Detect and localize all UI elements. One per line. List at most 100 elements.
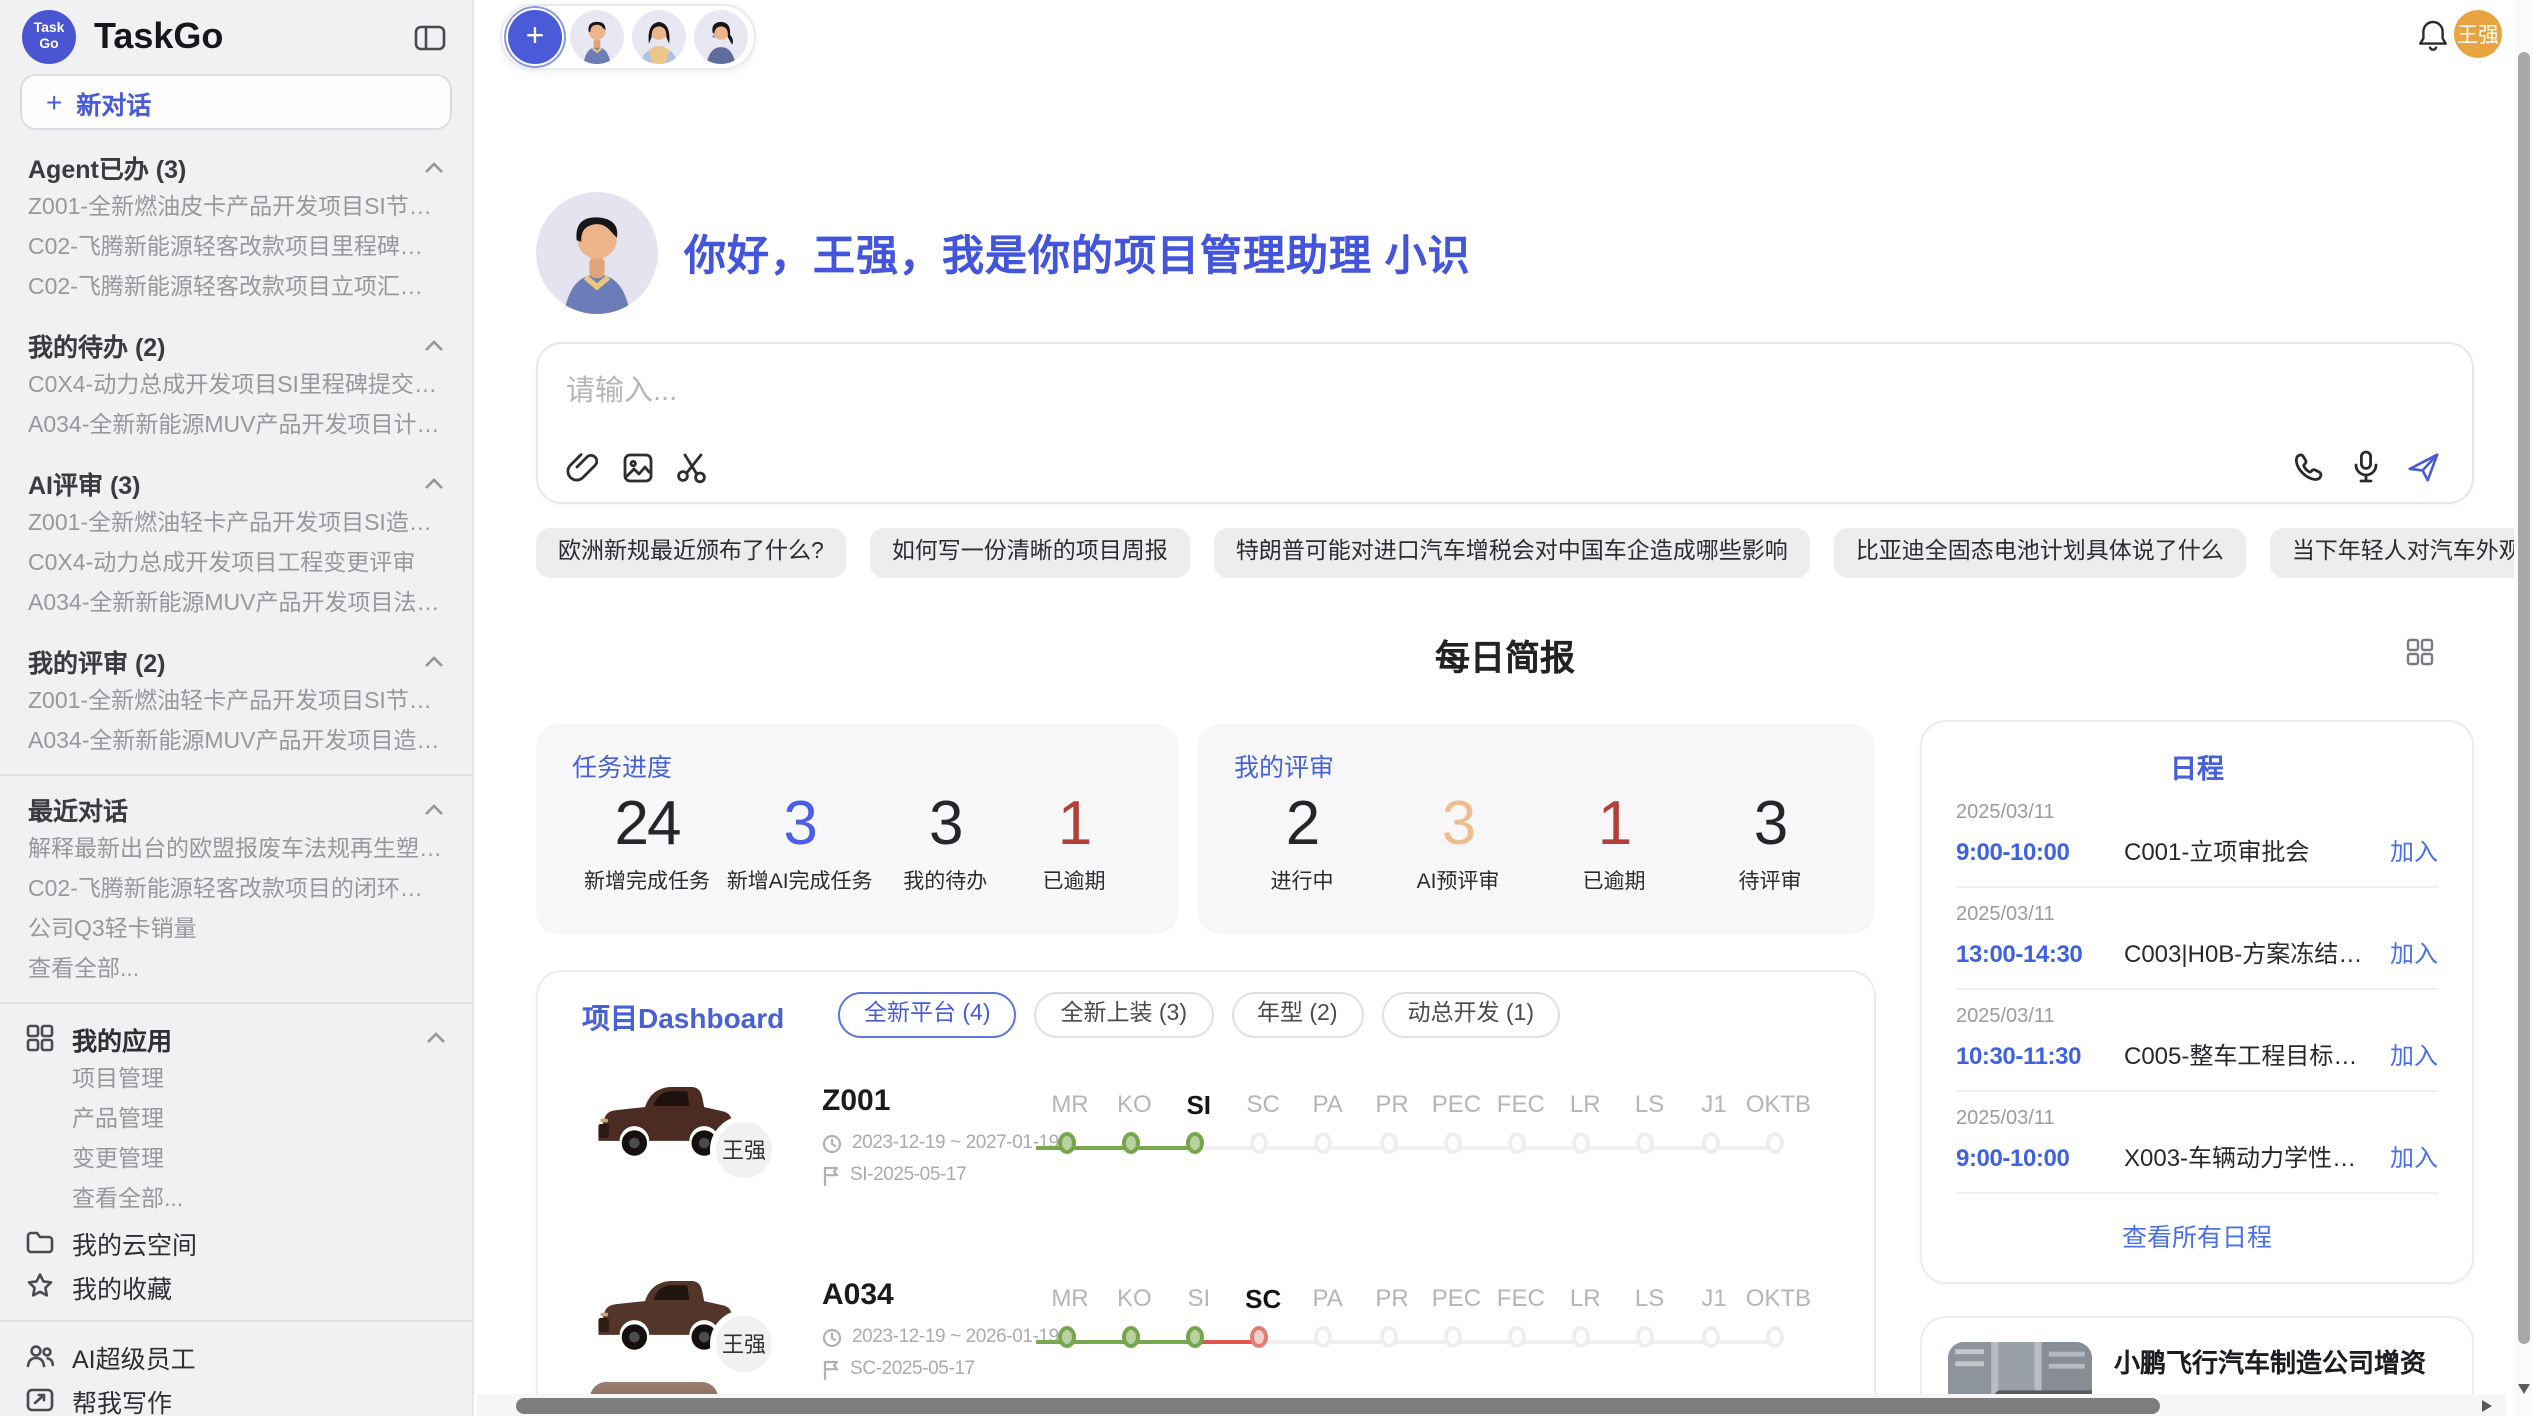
sidebar-item[interactable]: Z001-全新燃油轻卡产品开发项目SI造型提交物评审: [0, 504, 472, 544]
send-icon[interactable]: [2406, 450, 2440, 484]
milestone-dot[interactable]: [1443, 1132, 1461, 1154]
join-link[interactable]: 加入: [2390, 936, 2438, 970]
milestone-dot[interactable]: [1315, 1326, 1333, 1348]
sidebar-item[interactable]: C02-飞腾新能源轻客改款项目里程碑画布: [0, 228, 472, 268]
view-all-apps-link[interactable]: 查看全部...: [0, 1180, 472, 1220]
milestone-dot[interactable]: [1250, 1132, 1268, 1154]
milestone-dot[interactable]: [1379, 1132, 1397, 1154]
join-link[interactable]: 加入: [2390, 1038, 2438, 1072]
section-my-todo[interactable]: 我的待办 (2): [0, 324, 472, 366]
voice-call-icon[interactable]: [2290, 450, 2324, 484]
my-review-card: 我的评审 2 进行中 3 AI预评审 1 已逾期 3 待评审: [1198, 724, 1874, 934]
divider: [0, 1002, 472, 1004]
filter-new-body[interactable]: 全新上装 (3): [1035, 992, 1214, 1038]
milestone-dot[interactable]: [1121, 1326, 1139, 1348]
layout-grid-icon[interactable]: [2406, 638, 2436, 668]
milestone-dot[interactable]: [1057, 1326, 1075, 1348]
section-recent-chats[interactable]: 最近对话: [0, 788, 472, 830]
sidebar-item[interactable]: A034-全新新能源MUV产品开发项目造型可行性评审: [0, 722, 472, 762]
sidebar-item[interactable]: C0X4-动力总成开发项目工程变更评审: [0, 544, 472, 584]
agent-avatar-2[interactable]: [632, 10, 686, 64]
recent-chat-item[interactable]: 公司Q3轻卡销量: [0, 910, 472, 950]
collapse-sidebar-icon[interactable]: [412, 19, 448, 55]
event-date: 2025/03/11: [1956, 1108, 2438, 1130]
sidebar-item[interactable]: A034-全新新能源MUV产品开发项目法规符合性评审: [0, 584, 472, 624]
agent-avatar-3[interactable]: [694, 10, 748, 64]
suggestion-chip[interactable]: 当下年轻人对汽车外观有怎样的喜好趋势: [2270, 528, 2532, 578]
milestone-dot[interactable]: [1765, 1326, 1783, 1348]
my-cloud-space[interactable]: 我的云空间: [0, 1220, 472, 1264]
milestone-dot[interactable]: [1315, 1132, 1333, 1154]
scroll-down-arrow[interactable]: [2517, 1384, 2529, 1394]
section-agent-done[interactable]: Agent已办 (3): [0, 146, 472, 188]
project-next-milestone: SI-2025-05-17: [822, 1164, 966, 1186]
card-title: 任务进度: [572, 746, 1142, 784]
chat-input-box[interactable]: 请输入...: [536, 342, 2474, 504]
section-ai-review[interactable]: AI评审 (3): [0, 462, 472, 504]
filter-new-platform[interactable]: 全新平台 (4): [838, 992, 1017, 1038]
suggestion-chip[interactable]: 比亚迪全固态电池计划具体说了什么: [1834, 528, 2246, 578]
milestone-dot[interactable]: [1701, 1132, 1719, 1154]
greeting-block: 你好，王强，我是你的项目管理助理 小识: [536, 192, 1471, 314]
notifications-bell-icon[interactable]: [2416, 18, 2452, 54]
view-all-schedule-link[interactable]: 查看所有日程: [1922, 1194, 2472, 1276]
milestone-dot[interactable]: [1121, 1132, 1139, 1154]
milestone-dot[interactable]: [1572, 1326, 1590, 1348]
suggestion-chip[interactable]: 如何写一份清晰的项目周报: [870, 528, 1190, 578]
recent-chat-item[interactable]: C02-飞腾新能源轻客改款项目的闭环通告反馈情况: [0, 870, 472, 910]
stat-ai-done: 3 新增AI完成任务: [727, 788, 873, 896]
user-avatar[interactable]: 王强: [2454, 10, 2502, 58]
attach-file-icon[interactable]: [564, 450, 598, 484]
suggestion-chip[interactable]: 特朗普可能对进口汽车增税会对中国车企造成哪些影响: [1214, 528, 1810, 578]
sidebar-item[interactable]: Z001-全新燃油轻卡产品开发项目SI节点属性5D文件评审: [0, 682, 472, 722]
upload-image-icon[interactable]: [620, 450, 654, 484]
milestone-dot[interactable]: [1186, 1132, 1204, 1154]
filter-powertrain[interactable]: 动总开发 (1): [1382, 992, 1561, 1038]
new-session-button[interactable]: +: [508, 10, 562, 64]
milestone-dot[interactable]: [1379, 1326, 1397, 1348]
app-item-project-mgmt[interactable]: 项目管理: [0, 1060, 472, 1100]
sidebar-item[interactable]: A034-全新新能源MUV产品开发项目计划变更表编写: [0, 406, 472, 446]
milestone-dot[interactable]: [1637, 1326, 1655, 1348]
tool-help-me-write[interactable]: 帮我写作: [0, 1378, 472, 1416]
sidebar-item[interactable]: C0X4-动力总成开发项目SI里程碑提交物检查: [0, 366, 472, 406]
sidebar-item[interactable]: Z001-全新燃油皮卡产品开发项目SI节点Lesson Learn报告: [0, 188, 472, 228]
microphone-icon[interactable]: [2348, 450, 2382, 484]
milestone-dot[interactable]: [1701, 1326, 1719, 1348]
screenshot-scissors-icon[interactable]: [676, 450, 710, 484]
project-code[interactable]: A034: [822, 1278, 894, 1312]
view-all-chats-link[interactable]: 查看全部...: [0, 950, 472, 990]
milestone-dot[interactable]: [1250, 1326, 1268, 1348]
milestone-track: MRKOSISCPAPRPECFECLRLSJ1OKTB: [1038, 1278, 1846, 1374]
stat-new-done: 24 新增完成任务: [584, 788, 710, 896]
milestone-dot[interactable]: [1572, 1132, 1590, 1154]
milestone-dot[interactable]: [1057, 1132, 1075, 1154]
scroll-right-arrow[interactable]: [2482, 1399, 2492, 1411]
project-code[interactable]: Z001: [822, 1084, 890, 1118]
my-apps-header[interactable]: 我的应用: [0, 1016, 472, 1060]
sidebar-item[interactable]: C02-飞腾新能源轻客改款项目立项汇报方案: [0, 268, 472, 308]
section-my-review[interactable]: 我的评审 (2): [0, 640, 472, 682]
horizontal-scrollbar-thumb[interactable]: [516, 1397, 2160, 1413]
filter-model-year[interactable]: 年型 (2): [1231, 992, 1364, 1038]
join-link[interactable]: 加入: [2390, 1140, 2438, 1174]
recent-chat-item[interactable]: 解释最新出台的欧盟报废车法规再生塑料比例被调至15%...: [0, 830, 472, 870]
milestone-dot[interactable]: [1186, 1326, 1204, 1348]
milestone-dot[interactable]: [1508, 1326, 1526, 1348]
milestone-dot[interactable]: [1637, 1132, 1655, 1154]
my-favorites[interactable]: 我的收藏: [0, 1264, 472, 1308]
new-chat-button[interactable]: + 新对话: [20, 74, 452, 130]
suggestion-chip[interactable]: 欧洲新规最近颁布了什么?: [536, 528, 846, 578]
session-switcher: +: [500, 4, 756, 70]
milestone-dot[interactable]: [1443, 1326, 1461, 1348]
app-item-change-mgmt[interactable]: 变更管理: [0, 1140, 472, 1180]
plus-icon: +: [46, 86, 62, 118]
agent-avatar-1[interactable]: [570, 10, 624, 64]
chevron-up-icon: [424, 339, 444, 351]
join-link[interactable]: 加入: [2390, 834, 2438, 868]
app-item-product-mgmt[interactable]: 产品管理: [0, 1100, 472, 1140]
vertical-scrollbar-thumb[interactable]: [2517, 52, 2529, 1344]
milestone-dot[interactable]: [1508, 1132, 1526, 1154]
tool-ai-super-employee[interactable]: AI超级员工: [0, 1334, 472, 1378]
milestone-dot[interactable]: [1765, 1132, 1783, 1154]
